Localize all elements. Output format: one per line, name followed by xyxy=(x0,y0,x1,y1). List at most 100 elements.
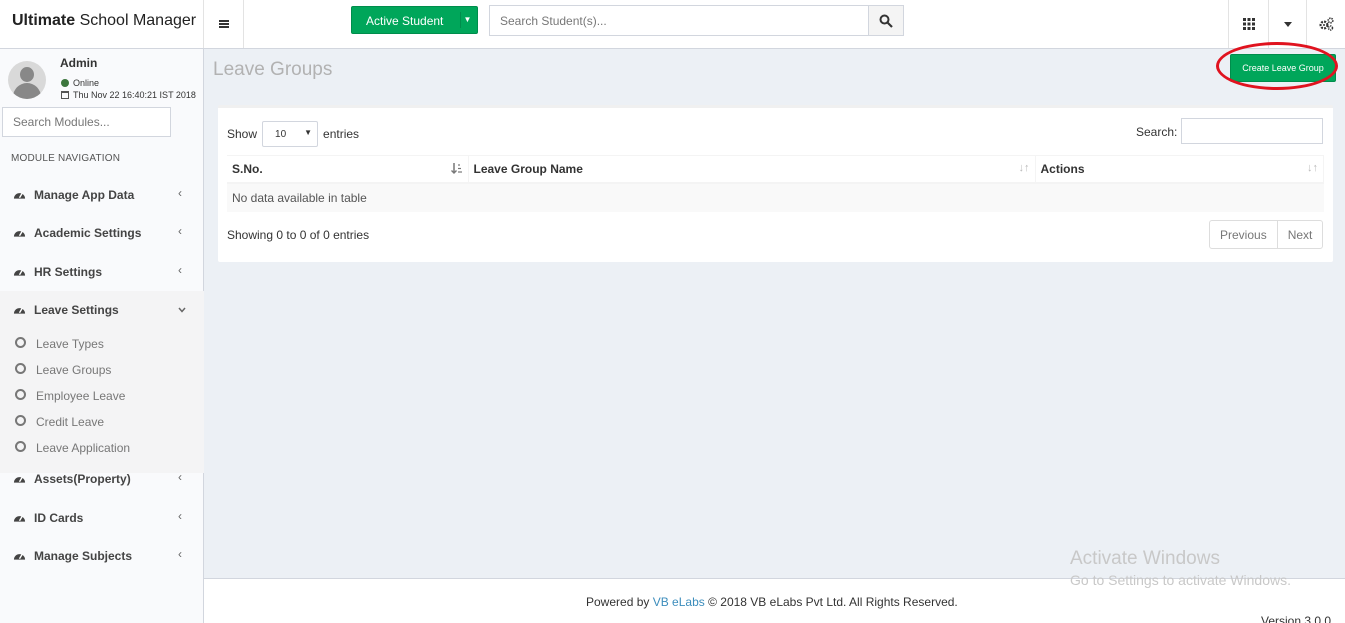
table-row: No data available in table xyxy=(227,182,1324,212)
circle-icon xyxy=(15,337,26,348)
subitem-label: Leave Application xyxy=(36,441,131,455)
caret-down-icon xyxy=(1283,21,1292,27)
show-label: Show xyxy=(227,127,258,141)
circle-icon xyxy=(15,363,26,374)
circle-icon xyxy=(15,415,26,426)
subitem-label: Leave Types xyxy=(36,337,104,351)
version-text: Version 3.0.0 xyxy=(1261,614,1332,623)
chevron-left-icon: ‹ xyxy=(178,224,182,238)
avatar xyxy=(8,61,46,99)
chevron-left-icon: ‹ xyxy=(178,186,182,200)
dashboard-icon xyxy=(13,553,26,560)
watermark-line-2: Go to Settings to activate Windows. xyxy=(1070,572,1291,588)
empty-table-message: No data available in table xyxy=(227,182,1324,212)
user-status: Online xyxy=(61,78,99,88)
status-text: Online xyxy=(73,78,100,88)
entries-select[interactable]: 10 ▼ xyxy=(262,121,319,147)
settings-button[interactable] xyxy=(1306,0,1345,48)
active-student-button[interactable]: Active Student ▼ xyxy=(351,6,478,34)
gears-icon xyxy=(1318,17,1334,31)
footer-credits: Powered by VB eLabs © 2018 VB eLabs Pvt … xyxy=(586,595,958,609)
dashboard-icon xyxy=(13,269,26,276)
caret-down-icon[interactable]: ▼ xyxy=(460,12,474,28)
column-header-leave-group-name[interactable]: Leave Group Name ↓↑ xyxy=(468,155,1036,184)
page-title: Leave Groups xyxy=(213,59,333,80)
circle-icon xyxy=(15,441,26,452)
sidebar-subitem-employee-leave[interactable]: Employee Leave xyxy=(0,382,204,408)
dashboard-icon xyxy=(13,230,26,237)
table-search-label: Search: xyxy=(1136,125,1178,139)
sidebar-subitem-leave-types[interactable]: Leave Types xyxy=(0,330,204,356)
chevron-left-icon: ‹ xyxy=(178,547,182,561)
dashboard-icon xyxy=(13,307,26,314)
student-search-button[interactable] xyxy=(868,5,904,36)
pagination: Previous Next xyxy=(1209,220,1324,249)
copyright-text: © 2018 VB eLabs Pvt Ltd. All Rights Rese… xyxy=(704,595,958,609)
module-nav-heading: MODULE NAVIGATION xyxy=(11,153,121,164)
dashboard-icon xyxy=(13,476,26,483)
sidebar-item-id-cards[interactable]: ID Cards ‹ xyxy=(0,499,204,537)
sidebar: Admin Online Thu Nov 22 16:40:21 IST 201… xyxy=(0,49,204,623)
logo-rest: School Manager xyxy=(75,12,197,29)
sidebar-item-manage-app-data[interactable]: Manage App Data ‹ xyxy=(0,176,204,214)
chevron-left-icon: ‹ xyxy=(178,470,182,484)
entries-value: 10 xyxy=(275,129,287,140)
sort-both-icon: ↓↑ xyxy=(1018,162,1030,174)
watermark-line-1: Activate Windows xyxy=(1070,548,1220,569)
sidebar-item-label: Manage Subjects xyxy=(34,549,133,563)
user-menu-button[interactable] xyxy=(1268,0,1306,48)
create-leave-group-button[interactable]: Create Leave Group xyxy=(1230,54,1336,82)
sidebar-item-label: HR Settings xyxy=(34,265,103,279)
sidebar-item-assets[interactable]: Assets(Property) ‹ xyxy=(0,460,204,498)
column-label: Actions xyxy=(1040,161,1085,176)
chevron-left-icon: ‹ xyxy=(178,509,182,523)
sidebar-item-label: ID Cards xyxy=(34,511,84,525)
sidebar-subitem-credit-leave[interactable]: Credit Leave xyxy=(0,408,204,434)
user-datetime: Thu Nov 22 16:40:21 IST 2018 xyxy=(61,90,196,100)
sidebar-subitem-leave-application[interactable]: Leave Application xyxy=(0,434,204,460)
sidebar-subitem-leave-groups[interactable]: Leave Groups xyxy=(0,356,204,382)
sidebar-item-manage-subjects[interactable]: Manage Subjects ‹ xyxy=(0,537,204,575)
sort-both-icon: ↓↑ xyxy=(1307,162,1318,174)
column-label: Leave Group Name xyxy=(473,161,583,176)
dashboard-icon xyxy=(13,515,26,522)
dashboard-icon xyxy=(13,192,26,199)
subitem-label: Leave Groups xyxy=(36,363,112,377)
leave-groups-table: S.No. Leave Group Name ↓↑ Actions ↓↑ No … xyxy=(227,155,1324,212)
table-search-input[interactable] xyxy=(1181,118,1323,144)
sidebar-item-academic-settings[interactable]: Academic Settings ‹ xyxy=(0,214,204,252)
sidebar-item-label: Leave Settings xyxy=(34,303,119,317)
column-label: S.No. xyxy=(232,161,263,176)
subitem-label: Credit Leave xyxy=(36,415,105,429)
calendar-icon xyxy=(61,91,69,99)
vb-elabs-link[interactable]: VB eLabs xyxy=(653,595,705,609)
top-header: Ultimate School Manager Active Student ▼ xyxy=(0,0,1345,49)
sidebar-toggle-button[interactable] xyxy=(204,0,244,48)
sidebar-item-hr-settings[interactable]: HR Settings ‹ xyxy=(0,253,204,291)
chevron-down-icon xyxy=(178,307,186,313)
student-search-input[interactable] xyxy=(489,5,869,36)
entries-length-control: Show 10 ▼ entries xyxy=(227,121,359,147)
caret-down-icon: ▼ xyxy=(304,128,313,137)
apps-button[interactable] xyxy=(1228,0,1268,48)
sidebar-item-leave-settings[interactable]: Leave Settings xyxy=(0,291,204,329)
entries-label: entries xyxy=(323,127,360,141)
sort-asc-icon xyxy=(450,163,462,174)
column-header-sno[interactable]: S.No. xyxy=(227,155,469,184)
datetime-text: Thu Nov 22 16:40:21 IST 2018 xyxy=(73,90,196,100)
sidebar-item-label: Assets(Property) xyxy=(34,472,131,486)
hamburger-icon xyxy=(218,20,229,28)
column-header-actions[interactable]: Actions ↓↑ xyxy=(1035,155,1324,184)
online-dot-icon xyxy=(61,79,69,87)
module-search-input[interactable] xyxy=(2,107,171,137)
subitem-label: Employee Leave xyxy=(36,389,126,403)
logo-bold: Ultimate xyxy=(12,12,76,29)
sidebar-item-label: Manage App Data xyxy=(34,188,135,202)
activate-windows-watermark: Activate Windows Go to Settings to activ… xyxy=(1070,548,1291,588)
chevron-left-icon: ‹ xyxy=(178,263,182,277)
previous-page-button[interactable]: Previous xyxy=(1210,221,1277,248)
active-student-label: Active Student xyxy=(366,14,444,28)
powered-by-text: Powered by xyxy=(586,595,650,609)
app-logo[interactable]: Ultimate School Manager xyxy=(0,0,204,48)
next-page-button[interactable]: Next xyxy=(1276,221,1323,248)
